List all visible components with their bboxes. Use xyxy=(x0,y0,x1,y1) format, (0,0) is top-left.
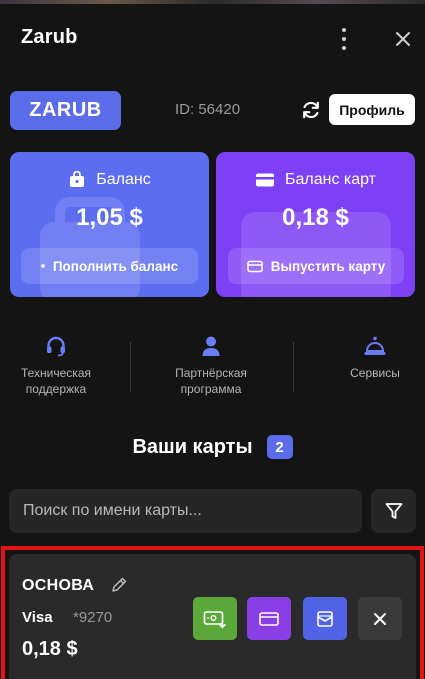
balance-label: Баланс xyxy=(96,171,151,188)
issue-card-button[interactable]: Выпустить карту xyxy=(228,248,404,284)
cards-section-header: Ваши карты 2 xyxy=(0,435,425,459)
filter-button[interactable] xyxy=(371,489,416,533)
services-label: Сервисы xyxy=(350,366,400,380)
issue-card-label: Выпустить карту xyxy=(270,258,386,274)
card-icon xyxy=(255,173,274,187)
filter-icon xyxy=(385,503,402,519)
cards-balance-card: Баланс карт 0,18 $ Выпустить карту xyxy=(216,152,415,297)
cards-section-title: Ваши карты xyxy=(132,435,253,458)
divider xyxy=(130,342,131,392)
support-label-1: Техническая xyxy=(20,366,91,380)
cards-balance-label: Баланс карт xyxy=(284,171,377,188)
logo-badge[interactable]: ZARUB xyxy=(10,91,121,130)
support-label-2: поддержка xyxy=(25,382,87,396)
cards-balance-amount: 0,18 $ xyxy=(282,204,349,231)
cards-balance-header: Баланс карт xyxy=(216,171,415,189)
services-link[interactable]: Сервисы xyxy=(340,335,410,381)
partner-label-1: Партнёрская xyxy=(175,366,247,380)
partner-link[interactable]: Партнёрская программа xyxy=(163,335,259,397)
refresh-icon[interactable] xyxy=(300,99,322,121)
person-icon xyxy=(202,336,220,356)
support-link[interactable]: Техническая поддержка xyxy=(13,335,99,397)
topup-balance-button[interactable]: Пополнить баланс xyxy=(21,248,198,284)
card-search-input[interactable] xyxy=(9,489,362,533)
wallet-icon xyxy=(70,171,85,187)
quick-links: Техническая поддержка Партнёрская програ… xyxy=(0,335,425,405)
more-menu-icon[interactable] xyxy=(334,26,354,52)
cards-count-badge: 2 xyxy=(266,435,293,459)
balance-card: Баланс 1,05 $ Пополнить баланс xyxy=(10,152,209,297)
balance-amount: 1,05 $ xyxy=(76,204,143,231)
card-outline-icon xyxy=(247,260,263,272)
headset-icon xyxy=(47,336,65,357)
app-title: Zarub xyxy=(21,26,78,48)
close-icon[interactable] xyxy=(392,28,414,50)
partner-label-2: программа xyxy=(180,382,242,396)
divider xyxy=(293,342,294,392)
profile-button[interactable]: Профиль xyxy=(329,94,415,125)
balance-header: Баланс xyxy=(10,171,209,189)
service-bell-icon xyxy=(364,336,386,355)
dot-icon xyxy=(40,264,45,268)
app-header: Zarub xyxy=(0,4,425,66)
user-id: ID: 56420 xyxy=(175,101,241,118)
selection-highlight xyxy=(1,546,424,679)
topup-balance-label: Пополнить баланс xyxy=(52,258,179,274)
